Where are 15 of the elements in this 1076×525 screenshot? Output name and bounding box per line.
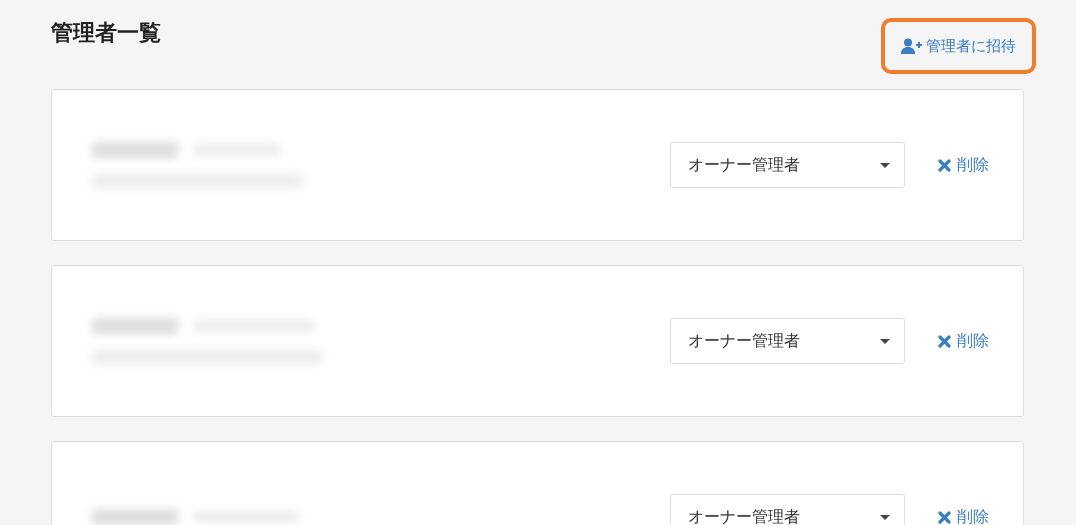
page-title: 管理者一覧 [51,19,161,47]
invite-button[interactable]: 管理者に招待 [881,18,1036,74]
caret-icon [880,338,890,344]
caret-icon [880,162,890,168]
close-icon [938,158,951,172]
close-icon [938,510,951,524]
close-icon [938,334,951,348]
delete-button[interactable]: 削除 [938,505,989,525]
delete-button[interactable]: 削除 [938,153,989,177]
role-select[interactable]: オーナー管理者 [670,318,905,364]
delete-button[interactable]: 削除 [938,329,989,353]
role-select[interactable]: オーナー管理者 [670,494,905,525]
role-select[interactable]: オーナー管理者 [670,142,905,188]
caret-icon [880,514,890,520]
add-user-icon [901,38,923,54]
